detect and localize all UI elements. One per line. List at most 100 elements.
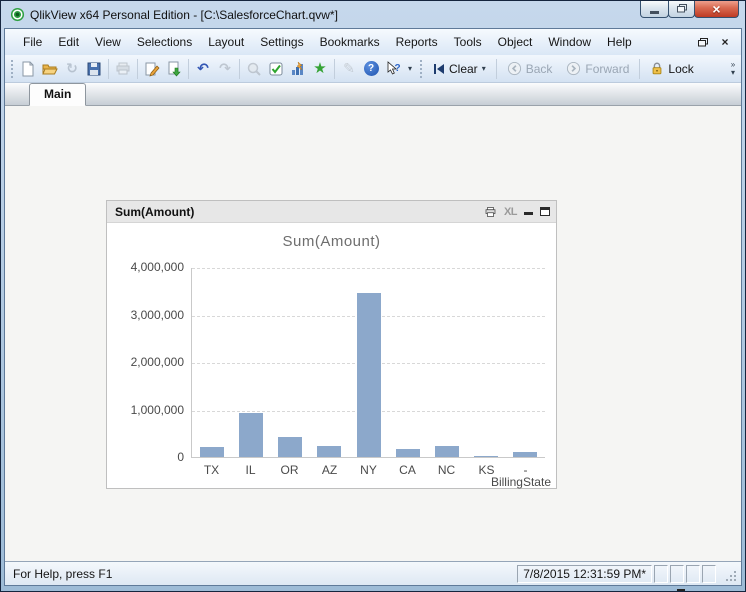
gridline bbox=[192, 268, 545, 269]
chart-maximize-button[interactable] bbox=[540, 205, 550, 219]
toolbar-separator bbox=[239, 59, 240, 79]
status-timestamp: 7/8/2015 12:31:59 PM* bbox=[517, 565, 652, 583]
bar-CA[interactable] bbox=[396, 449, 420, 457]
save-icon bbox=[86, 61, 102, 77]
new-file-icon bbox=[20, 61, 36, 77]
current-selections-button[interactable] bbox=[265, 58, 287, 80]
chart-export-excel-button[interactable]: XL bbox=[504, 205, 517, 219]
edit-script-button[interactable] bbox=[141, 58, 163, 80]
bar-KS[interactable] bbox=[474, 456, 498, 457]
menu-settings[interactable]: Settings bbox=[252, 31, 311, 53]
x-tick-label: NY bbox=[349, 463, 388, 477]
overflow-caret-icon: ▾ bbox=[408, 65, 412, 72]
reload-data-button[interactable] bbox=[163, 58, 185, 80]
mdi-restore-icon bbox=[698, 38, 708, 47]
undo-button[interactable]: ↶ bbox=[192, 58, 214, 80]
print-icon bbox=[115, 61, 131, 77]
chart-maximize-icon bbox=[540, 207, 550, 216]
bar-IL[interactable] bbox=[239, 413, 263, 457]
toolbar-separator bbox=[108, 59, 109, 79]
tab-main[interactable]: Main bbox=[29, 83, 86, 106]
reload-icon bbox=[166, 61, 182, 77]
printer-icon bbox=[484, 206, 497, 218]
chart-caption-icons: XL bbox=[484, 205, 550, 219]
whats-this-button[interactable]: ? bbox=[382, 58, 404, 80]
bar-OR[interactable] bbox=[278, 437, 302, 457]
refresh-icon: ↻ bbox=[66, 62, 78, 76]
app-window: QlikView x64 Personal Edition - [C:\Sale… bbox=[0, 0, 746, 592]
menu-layout[interactable]: Layout bbox=[200, 31, 252, 53]
menu-object[interactable]: Object bbox=[490, 31, 541, 53]
redo-button[interactable]: ↷ bbox=[214, 58, 236, 80]
toolbar-more-buttons[interactable]: » ▾ bbox=[727, 58, 739, 80]
menu-window[interactable]: Window bbox=[540, 31, 599, 53]
x-tick-label: CA bbox=[388, 463, 427, 477]
current-selections-icon bbox=[268, 61, 284, 77]
x-tick-label: KS bbox=[467, 463, 506, 477]
chart-caption-bar[interactable]: Sum(Amount) XL bbox=[107, 201, 556, 223]
chart-object-window[interactable]: Sum(Amount) XL bbox=[106, 200, 557, 489]
back-icon bbox=[507, 61, 522, 76]
x-tick-label: AZ bbox=[310, 463, 349, 477]
menu-bookmarks[interactable]: Bookmarks bbox=[312, 31, 388, 53]
chart-caption-title: Sum(Amount) bbox=[115, 205, 194, 219]
status-panel bbox=[654, 565, 668, 583]
forward-button[interactable]: Forward bbox=[559, 58, 636, 80]
chart-title: Sum(Amount) bbox=[107, 233, 556, 250]
clear-dropdown-caret-icon: ▾ bbox=[482, 64, 486, 73]
menu-selections[interactable]: Selections bbox=[129, 31, 200, 53]
clear-button-label: Clear bbox=[449, 62, 478, 76]
menu-view[interactable]: View bbox=[87, 31, 129, 53]
clear-button[interactable]: Clear ▾ bbox=[426, 58, 493, 80]
refresh-button[interactable]: ↻ bbox=[61, 58, 83, 80]
print-button[interactable] bbox=[112, 58, 134, 80]
plot-area: BillingState 01,000,0002,000,0003,000,00… bbox=[191, 268, 545, 458]
mdi-restore-button[interactable] bbox=[695, 35, 711, 49]
menu-help[interactable]: Help bbox=[599, 31, 640, 53]
back-button[interactable]: Back bbox=[500, 58, 560, 80]
notes-pencil-icon: ✎ bbox=[343, 62, 355, 76]
quick-chart-wizard-button[interactable] bbox=[287, 58, 309, 80]
new-file-button[interactable] bbox=[17, 58, 39, 80]
chart-minimize-button[interactable] bbox=[524, 205, 533, 219]
toolbar-drag-handle[interactable] bbox=[10, 60, 14, 78]
help-icon: ? bbox=[364, 61, 379, 76]
menu-bar: File Edit View Selections Layout Setting… bbox=[5, 29, 741, 55]
toolbar-separator bbox=[188, 59, 189, 79]
x-tick-label: - bbox=[506, 463, 545, 477]
close-button[interactable]: × bbox=[694, 0, 739, 18]
toolbar-drag-handle[interactable] bbox=[419, 60, 423, 78]
minimize-button[interactable] bbox=[640, 0, 669, 18]
chart-print-button[interactable] bbox=[484, 205, 497, 219]
back-button-label: Back bbox=[526, 62, 553, 76]
open-file-button[interactable] bbox=[39, 58, 61, 80]
resize-grip[interactable] bbox=[722, 567, 738, 583]
mdi-minimize-button[interactable] bbox=[673, 35, 689, 49]
bar-NY[interactable] bbox=[357, 293, 381, 457]
bar-AZ[interactable] bbox=[317, 446, 341, 457]
add-bookmark-button[interactable]: ★ bbox=[309, 58, 331, 80]
notes-button[interactable]: ✎ bbox=[338, 58, 360, 80]
lock-button[interactable]: Lock bbox=[643, 58, 700, 80]
bar-TX[interactable] bbox=[200, 447, 224, 457]
open-file-icon bbox=[42, 61, 58, 77]
search-button[interactable] bbox=[243, 58, 265, 80]
help-button[interactable]: ? bbox=[360, 58, 382, 80]
restore-button[interactable] bbox=[668, 0, 695, 18]
bar-NC[interactable] bbox=[435, 446, 459, 457]
title-bar[interactable]: QlikView x64 Personal Edition - [C:\Sale… bbox=[4, 1, 742, 28]
x-tick-label: NC bbox=[427, 463, 466, 477]
menu-tools[interactable]: Tools bbox=[446, 31, 490, 53]
toolbar-overflow-button[interactable]: ▾ bbox=[404, 58, 416, 80]
mdi-close-button[interactable]: × bbox=[717, 35, 733, 49]
status-panel bbox=[686, 565, 700, 583]
menu-reports[interactable]: Reports bbox=[388, 31, 446, 53]
status-panel bbox=[702, 565, 716, 583]
status-right-panels: 7/8/2015 12:31:59 PM* bbox=[517, 565, 738, 583]
y-tick-label: 4,000,000 bbox=[112, 260, 184, 274]
save-button[interactable] bbox=[83, 58, 105, 80]
menu-edit[interactable]: Edit bbox=[50, 31, 87, 53]
bar--[interactable] bbox=[513, 452, 537, 457]
toolbar-separator bbox=[496, 59, 497, 79]
menu-file[interactable]: File bbox=[15, 31, 50, 53]
